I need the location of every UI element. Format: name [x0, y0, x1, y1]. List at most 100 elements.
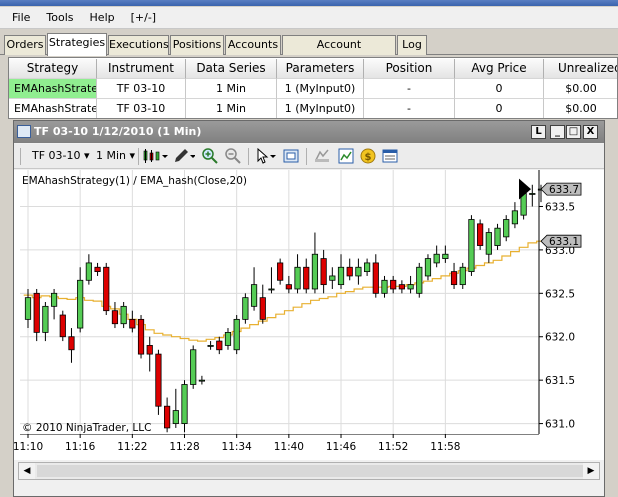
candle-body [294, 266, 301, 290]
close-button[interactable]: X [583, 125, 598, 139]
tab-account-performance[interactable]: Account Performance [282, 35, 396, 69]
y-tick-label: 632.0 [545, 332, 575, 344]
strategy-cell[interactable]: EMAhashStrate [9, 79, 97, 99]
candle-body [59, 314, 66, 338]
maximize-button[interactable]: □ [566, 125, 581, 139]
tab-log[interactable]: Log [397, 35, 427, 55]
x-tick-label: 11:58 [430, 441, 460, 453]
col-strategy[interactable]: Strategy [9, 59, 97, 79]
candle-body [381, 279, 388, 294]
candle-body [120, 305, 127, 325]
candle-body [233, 318, 240, 351]
copyright-text: © 2010 NinjaTrader, LLC [22, 422, 151, 434]
menu-bar: File Tools Help [+/-] [0, 7, 618, 29]
candle-body [250, 284, 258, 307]
col-avg-price[interactable]: Avg Price [455, 59, 544, 79]
strategy-cell[interactable]: EMAhashStrate [9, 99, 97, 118]
chart-window-title: TF 03-10 1/12/2010 (1 Min) [34, 125, 202, 138]
tab-accounts[interactable]: Accounts [225, 35, 281, 55]
chart-indicator-title: EMAhashStrategy(1) / EMA_hash(Close,20) [22, 175, 247, 187]
tab-strategies[interactable]: Strategies [47, 33, 107, 56]
table-row[interactable]: EMAhashStrate TF 03-10 1 Min 1 (MyInput0… [9, 79, 617, 99]
instrument-cell: TF 03-10 [97, 79, 186, 99]
svg-text:$: $ [365, 152, 372, 163]
candle-body [164, 405, 171, 429]
chart-style-icon[interactable] [142, 148, 168, 164]
candle-body [129, 318, 136, 329]
x-tick-label: 11:52 [378, 441, 408, 453]
scroll-left-button[interactable]: ◀ [19, 463, 35, 479]
drawing-pencil-icon[interactable] [173, 148, 196, 164]
candle-body [190, 349, 197, 385]
col-data-series[interactable]: Data Series [186, 59, 277, 79]
menu-tools[interactable]: Tools [38, 7, 81, 29]
tab-positions[interactable]: Positions [170, 35, 224, 55]
candle-body [485, 232, 492, 255]
candle-body [50, 292, 58, 307]
y-tick-label: 631.0 [545, 419, 575, 431]
candle-body [311, 253, 319, 290]
menu-help[interactable]: Help [82, 7, 123, 29]
y-tick-label: 633.5 [545, 201, 575, 213]
zoom-out-icon[interactable] [225, 148, 241, 164]
toolbar-separator [138, 148, 139, 165]
minimize-button[interactable]: _ [550, 125, 565, 139]
candle-body [207, 345, 214, 347]
x-tick-label: 11:16 [65, 441, 96, 453]
chart-window-icon [17, 125, 31, 138]
candle-body [416, 266, 423, 294]
col-parameters[interactable]: Parameters [277, 59, 364, 79]
toolbar-separator [248, 148, 249, 165]
candle-body [424, 258, 432, 277]
pointer-cursor-icon[interactable] [255, 147, 277, 164]
candle-body [198, 379, 205, 382]
candle-body [459, 266, 466, 286]
scroll-track[interactable] [37, 465, 583, 477]
candle-body [285, 284, 292, 290]
grid-header-row: Strategy Instrument Data Series Paramete… [9, 59, 617, 79]
candle-body [390, 279, 397, 290]
control-center-tabs: Orders Strategies Executions Positions A… [0, 32, 618, 69]
candle-body [346, 266, 353, 277]
instrument-selector[interactable]: TF 03-10 ▾ [32, 148, 90, 164]
interval-selector[interactable]: 1 Min ▾ [96, 148, 135, 164]
candle-body [511, 210, 519, 225]
candle-body [442, 253, 449, 259]
parameters-cell: 1 (MyInput0) [277, 99, 364, 118]
chart-title-bar[interactable]: TF 03-10 1/12/2010 (1 Min) L _ □ X [14, 121, 604, 143]
candle-body [111, 310, 119, 325]
zoom-in-icon[interactable] [202, 148, 218, 164]
chart-trader-icon[interactable] [382, 148, 398, 164]
tab-orders[interactable]: Orders [4, 35, 46, 55]
scroll-right-button[interactable]: ▶ [583, 463, 599, 479]
price-chart[interactable]: 631.0 631.5 632.0 632.5 633.0 633.5 633.7 633.1… [14, 170, 604, 434]
tab-executions[interactable]: Executions [108, 35, 169, 55]
candle-body [477, 223, 484, 246]
table-row[interactable]: EMAhashStrate TF 03-10 1 Min 1 (MyInput0… [9, 99, 617, 118]
col-instrument[interactable]: Instrument [97, 59, 186, 79]
position-cell: - [364, 99, 455, 118]
candle-body [103, 266, 110, 312]
unrealized-cell: $0.00 [544, 99, 617, 118]
instrument-cell: TF 03-10 [97, 99, 186, 118]
data-series-cell: 1 Min [186, 99, 277, 118]
data-series-cell: 1 Min [186, 79, 277, 99]
strategies-icon[interactable]: $ [360, 148, 376, 164]
candle-body [33, 292, 40, 333]
col-position[interactable]: Position [364, 59, 455, 79]
link-button[interactable]: L [531, 125, 546, 139]
candle-body [85, 262, 92, 281]
data-box-icon[interactable] [314, 148, 330, 164]
interval-label: 1 Min [96, 149, 127, 162]
candle-body [433, 253, 440, 264]
candle-body [303, 266, 310, 290]
menu-file[interactable]: File [0, 7, 38, 29]
col-unrealized[interactable]: Unrealized [544, 59, 617, 79]
candle-body [146, 345, 153, 355]
indicators-icon[interactable] [338, 148, 354, 164]
properties-icon[interactable] [283, 148, 299, 164]
candle-body [42, 305, 49, 333]
menu-expand[interactable]: [+/-] [123, 7, 164, 29]
horizontal-scrollbar[interactable]: ◀ ▶ [18, 462, 600, 480]
x-tick-label: 11:10 [14, 441, 43, 453]
